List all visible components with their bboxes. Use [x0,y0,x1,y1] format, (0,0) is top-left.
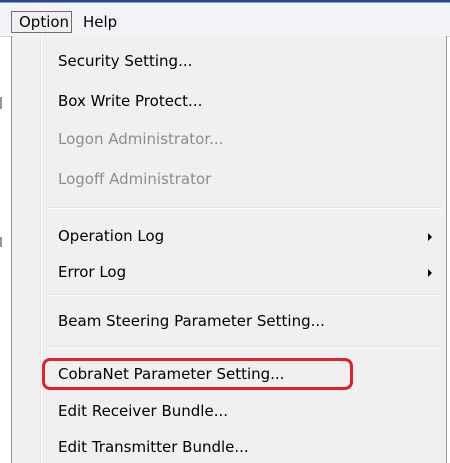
menu-item-operation-log[interactable]: Operation Log [58,223,164,249]
menu-item-logon-administrator: Logon Administrator... [58,130,224,148]
menu-item-edit-receiver-bundle[interactable]: Edit Receiver Bundle... [58,398,228,424]
menu-item-edit-transmitter-bundle[interactable]: Edit Transmitter Bundle... [58,434,249,460]
background-edge-mark [0,97,2,109]
menu-item-box-write-protect[interactable]: Box Write Protect... [58,88,202,114]
window-title-strip [0,0,450,7]
submenu-arrow-icon [428,269,432,277]
menu-gutter-divider [41,36,42,463]
menu-option[interactable]: Option [11,11,72,33]
menu-item-logoff-administrator: Logoff Administrator [58,170,212,188]
background-edge-mark [0,237,2,247]
submenu-arrow-icon [428,233,432,241]
option-dropdown-menu: Security Setting... Box Write Protect...… [11,36,447,463]
menu-separator [47,346,442,348]
application-window: Option Help Security Setting... Box Writ… [0,0,450,463]
annotation-highlight-outline [42,358,353,390]
menu-separator [47,294,442,296]
background-window-edge [0,37,11,463]
menu-separator [47,207,442,209]
menu-item-security-setting[interactable]: Security Setting... [58,48,192,74]
menu-icon-gutter [12,36,41,463]
menu-item-beam-steering-parameter-setting[interactable]: Beam Steering Parameter Setting... [58,308,325,334]
menu-help[interactable]: Help [83,11,117,33]
menu-bar: Option Help [0,7,450,37]
menu-item-error-log[interactable]: Error Log [58,259,126,285]
